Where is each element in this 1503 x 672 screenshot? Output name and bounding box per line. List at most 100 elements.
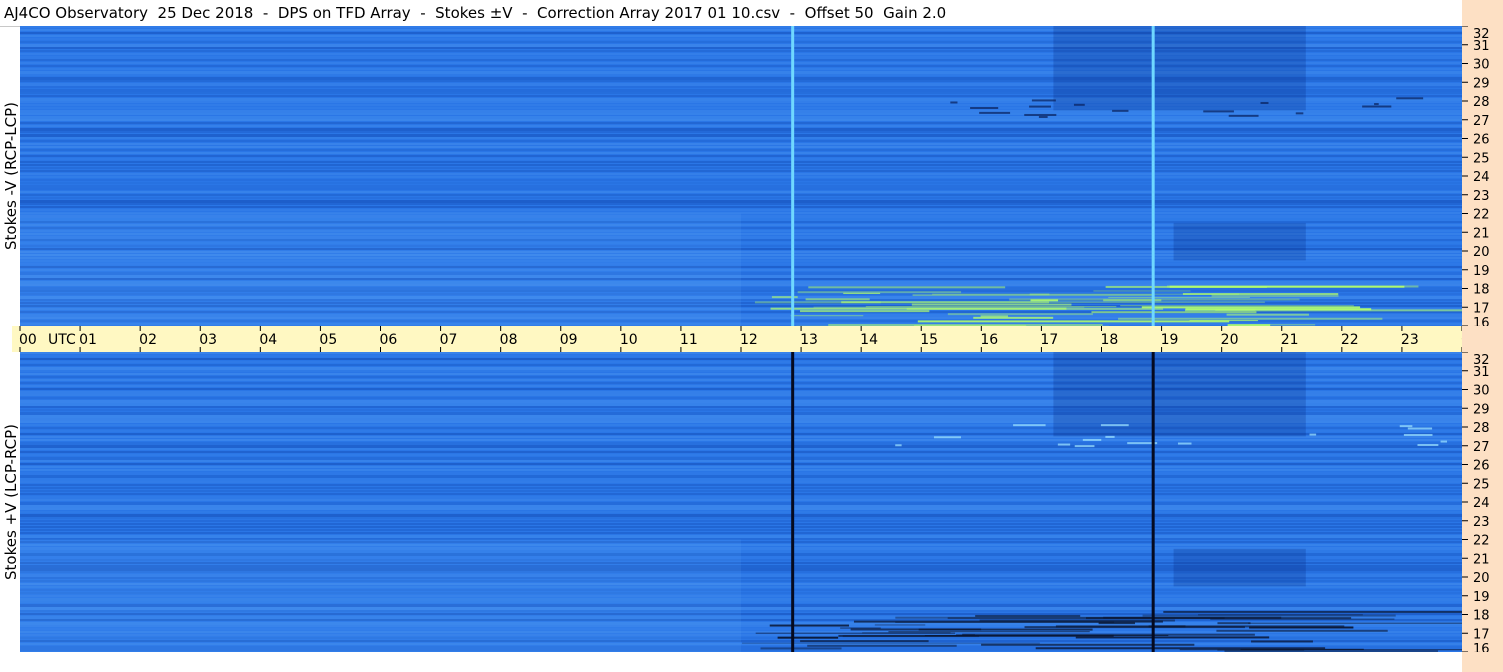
frequency-tick-label: 17: [1473, 627, 1490, 642]
spectrogram-stokes-plus-v: [20, 352, 1462, 652]
spectral-stripe: [20, 200, 1462, 203]
time-tick-label: 07: [440, 332, 458, 348]
burst-streak: [1091, 311, 1257, 314]
burst-streak: [807, 644, 957, 647]
spectral-stripe: [20, 206, 1462, 208]
narrowband-interference: [1399, 425, 1413, 428]
spectral-stripe: [20, 125, 1462, 127]
narrowband-interference: [1403, 433, 1433, 436]
spectral-stripe: [20, 173, 1462, 175]
burst-streak: [1185, 308, 1372, 311]
time-tick-label: 02: [139, 332, 157, 348]
burst-streak: [911, 303, 1072, 306]
spectrogram-stokes-minus-v: [20, 26, 1462, 326]
spectral-stripe: [20, 502, 1462, 505]
spectral-stripe: [20, 493, 1462, 495]
burst-streak: [956, 633, 975, 636]
background-region: [1053, 352, 1306, 437]
burst-streak: [790, 315, 864, 317]
spectral-stripe: [20, 454, 1462, 456]
spectral-stripe: [20, 170, 1462, 172]
burst-streak: [1249, 626, 1354, 629]
vertical-marker-line: [791, 26, 795, 326]
narrowband-interference: [1309, 433, 1317, 436]
burst-streak: [1251, 640, 1313, 643]
spectral-stripe: [20, 472, 1462, 475]
frequency-tick-label: 26: [1473, 133, 1490, 148]
spectral-stripe: [20, 155, 1462, 157]
spectral-stripe: [20, 137, 1462, 139]
narrowband-interference: [1112, 109, 1129, 112]
narrowband-interference: [1057, 443, 1071, 446]
narrowband-interference: [1031, 99, 1056, 102]
burst-streak: [918, 628, 1093, 631]
spectral-stripe: [20, 460, 1462, 462]
narrowband-interference: [1105, 435, 1115, 438]
burst-streak: [862, 632, 951, 634]
narrowband-interference: [1082, 438, 1102, 441]
narrowband-interference: [1396, 97, 1424, 100]
burst-streak: [1182, 293, 1339, 296]
frequency-tick-label: 31: [1473, 39, 1490, 54]
burst-streak: [1093, 290, 1191, 292]
spectral-stripe: [20, 478, 1462, 481]
burst-streak: [1198, 614, 1363, 616]
top-panel-label-text: Stokes -V (RCP-LCP): [2, 102, 20, 250]
spectral-stripe: [20, 197, 1462, 199]
spectral-stripe: [20, 457, 1462, 460]
time-tick-label: 21: [1281, 332, 1299, 348]
burst-streak: [1211, 294, 1339, 297]
spectral-stripe: [20, 451, 1462, 453]
frequency-tick-label: 20: [1473, 571, 1490, 586]
narrowband-interference: [933, 436, 961, 439]
frequency-tick-label: 16: [1473, 316, 1490, 326]
frequency-tick-label: 27: [1473, 114, 1490, 129]
spectral-stripe: [20, 484, 1462, 486]
spectral-stripe: [20, 164, 1462, 166]
spectral-stripe: [20, 152, 1462, 154]
spectral-stripe: [20, 119, 1462, 121]
burst-streak: [843, 292, 881, 294]
time-tick-label: 17: [1040, 332, 1058, 348]
frequency-tick-label: 29: [1473, 76, 1490, 91]
burst-streak: [805, 298, 870, 301]
frequency-tick-label: 29: [1473, 402, 1490, 417]
burst-streak: [841, 301, 1049, 304]
burst-streak: [1030, 299, 1059, 302]
frequency-tick-label: 31: [1473, 365, 1490, 380]
spectral-stripe: [20, 209, 1462, 211]
narrowband-interference: [1362, 105, 1392, 108]
narrowband-interference: [950, 101, 958, 104]
spectral-stripe: [20, 113, 1462, 115]
burst-streak: [1167, 285, 1419, 288]
spectral-stripe: [20, 191, 1462, 193]
background-region: [1173, 222, 1306, 261]
burst-streak: [874, 624, 926, 626]
burst-streak: [906, 307, 1164, 310]
burst-streak: [1215, 308, 1256, 311]
spectral-stripe: [20, 445, 1462, 448]
spectral-stripe: [20, 511, 1462, 513]
burst-streak: [895, 616, 1151, 619]
narrowband-interference: [895, 444, 902, 447]
burst-streak: [800, 310, 930, 313]
title-bar: AJ4CO Observatory 25 Dec 2018 - DPS on T…: [0, 0, 1462, 27]
burst-streak: [1108, 296, 1250, 298]
background-region: [20, 539, 741, 652]
frequency-tick-label: 16: [1473, 642, 1490, 652]
narrowband-interference: [1417, 443, 1439, 446]
narrowband-interference: [1038, 116, 1048, 119]
spectral-stripe: [20, 475, 1462, 478]
frequency-tick-label: 19: [1473, 264, 1490, 279]
spectral-stripe: [20, 188, 1462, 190]
frequency-tick-label: 19: [1473, 590, 1490, 605]
narrowband-interference: [1074, 445, 1095, 448]
burst-streak: [1248, 622, 1462, 624]
spectral-stripe: [20, 167, 1462, 169]
spectral-stripe: [20, 203, 1462, 205]
time-tick-label: 05: [319, 332, 337, 348]
narrowband-interference: [1013, 424, 1046, 427]
frequency-tick-label: 18: [1473, 609, 1490, 624]
frequency-tick-label: 30: [1473, 58, 1490, 73]
spectral-stripe: [20, 143, 1462, 145]
